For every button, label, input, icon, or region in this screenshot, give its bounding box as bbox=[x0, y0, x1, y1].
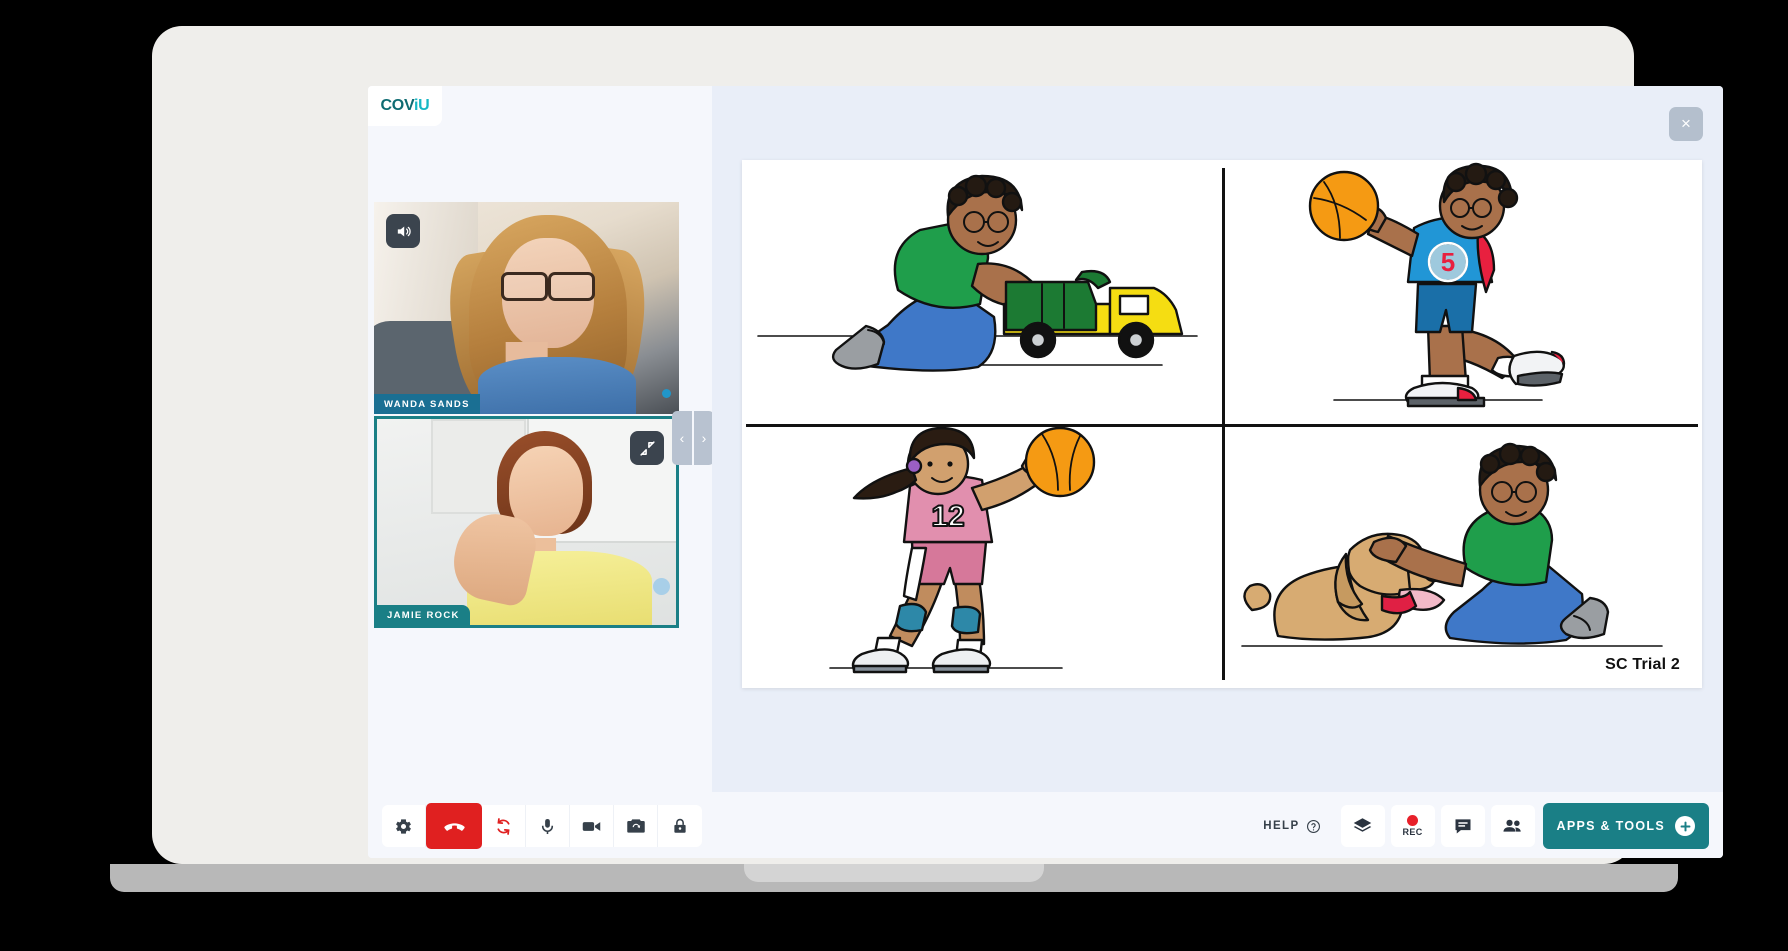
collapse-icon[interactable] bbox=[630, 431, 664, 465]
chat-button[interactable] bbox=[1440, 805, 1485, 847]
help-button[interactable]: HELP bbox=[1263, 819, 1320, 834]
camera-button[interactable] bbox=[570, 805, 614, 847]
participant-name-wanda: WANDA SANDS bbox=[374, 394, 480, 414]
apps-and-tools-label: APPS & TOOLS bbox=[1556, 819, 1665, 833]
switch-camera-button[interactable] bbox=[614, 805, 658, 847]
svg-text:12: 12 bbox=[931, 500, 964, 533]
participant-name-jamie: JAMIE ROCK bbox=[377, 605, 470, 625]
refresh-icon bbox=[497, 817, 510, 835]
video-camera-icon bbox=[582, 821, 601, 831]
camera-switch-icon bbox=[626, 819, 645, 833]
lock-icon bbox=[674, 818, 686, 833]
logo-suffix: iU bbox=[414, 97, 430, 114]
speaker-icon[interactable] bbox=[386, 214, 420, 248]
bottom-toolbar: HELP REC APPS & TOOLS bbox=[368, 792, 1723, 858]
chat-bubble-icon bbox=[1455, 819, 1471, 834]
toolbar-left-group bbox=[382, 803, 702, 849]
quadrant-bottom-left[interactable]: 12 bbox=[742, 424, 1222, 688]
phone-hangup-icon bbox=[443, 822, 465, 831]
logo-text: COViU bbox=[381, 97, 430, 115]
logo-prefix: COV bbox=[380, 97, 415, 114]
participants-button[interactable] bbox=[1490, 805, 1535, 847]
help-label: HELP bbox=[1263, 820, 1300, 832]
hang-up-button[interactable] bbox=[426, 803, 482, 849]
participant-tile-wanda[interactable]: WANDA SANDS bbox=[374, 202, 679, 414]
microphone-button[interactable] bbox=[526, 805, 570, 847]
laptop-frame: COViU WANDA SANDS JAMIE ROCK ‹ › × 5 12 … bbox=[152, 26, 1723, 864]
horizontal-divider bbox=[746, 424, 1698, 427]
layers-icon bbox=[1353, 817, 1372, 832]
lock-button[interactable] bbox=[658, 805, 702, 847]
reconnect-button[interactable] bbox=[482, 805, 526, 847]
question-mark-icon bbox=[1306, 819, 1320, 833]
participant-tile-jamie[interactable]: JAMIE ROCK bbox=[374, 416, 679, 628]
quadrant-bottom-right[interactable] bbox=[1222, 424, 1702, 688]
connection-indicator bbox=[662, 389, 671, 398]
laptop-notch bbox=[744, 864, 1044, 882]
people-icon bbox=[1503, 819, 1521, 832]
record-dot-icon bbox=[1407, 815, 1419, 826]
toolbar-right-group: HELP REC APPS & TOOLS bbox=[1263, 803, 1709, 849]
app-screen: COViU WANDA SANDS JAMIE ROCK ‹ › × 5 12 … bbox=[368, 86, 1723, 858]
apps-and-tools-button[interactable]: APPS & TOOLS bbox=[1542, 803, 1709, 849]
trial-label: SC Trial 2 bbox=[1605, 656, 1680, 673]
svg-text:5: 5 bbox=[1441, 247, 1455, 277]
quadrant-top-left[interactable] bbox=[742, 160, 1222, 424]
record-button[interactable]: REC bbox=[1390, 805, 1435, 847]
close-icon[interactable]: × bbox=[1669, 107, 1703, 141]
record-label: REC bbox=[1402, 827, 1423, 837]
gear-icon bbox=[396, 818, 411, 834]
layers-button[interactable] bbox=[1340, 805, 1385, 847]
quadrant-grid: 5 12 bbox=[742, 160, 1702, 688]
carousel-nav: ‹ › bbox=[672, 411, 714, 465]
connection-indicator bbox=[653, 578, 670, 595]
carousel-next-icon[interactable]: › bbox=[694, 411, 714, 465]
carousel-prev-icon[interactable]: ‹ bbox=[672, 411, 692, 465]
quadrant-top-right[interactable]: 5 bbox=[1222, 160, 1702, 424]
left-panel: COViU WANDA SANDS JAMIE ROCK ‹ › bbox=[368, 86, 714, 858]
microphone-icon bbox=[541, 818, 554, 834]
plus-icon bbox=[1675, 816, 1695, 836]
content-area: × 5 12 SC Trial 2 bbox=[712, 86, 1723, 792]
coviu-logo: COViU bbox=[368, 86, 442, 126]
settings-button[interactable] bbox=[382, 805, 426, 847]
stimulus-card[interactable]: 5 12 SC Trial 2 bbox=[742, 160, 1702, 688]
